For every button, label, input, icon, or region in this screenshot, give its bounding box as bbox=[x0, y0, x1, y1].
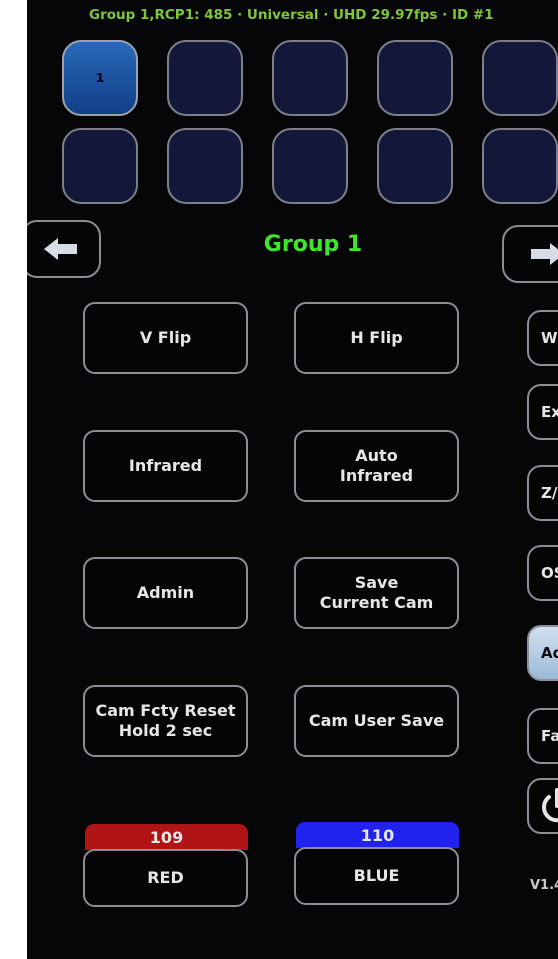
side-menu-adv[interactable]: Adv bbox=[527, 625, 558, 681]
group-title: Group 1 bbox=[263, 232, 363, 257]
rcp-screen: Group 1,RCP1: 485 · Universal · UHD 29.9… bbox=[27, 0, 558, 959]
power-button[interactable] bbox=[527, 778, 558, 834]
prev-group-button[interactable] bbox=[27, 220, 101, 278]
v-flip-button[interactable]: V Flip bbox=[83, 302, 248, 374]
blue-value-bar: 110 bbox=[296, 822, 459, 848]
auto-infrared-button[interactable]: Auto Infrared bbox=[294, 430, 459, 502]
save-current-cam-button[interactable]: Save Current Cam bbox=[294, 557, 459, 629]
camera-button-8[interactable] bbox=[272, 128, 348, 204]
camera-button-5[interactable] bbox=[482, 40, 558, 116]
next-group-button[interactable] bbox=[502, 225, 558, 283]
version-label: V1.4.7 bbox=[530, 878, 558, 893]
status-line: Group 1,RCP1: 485 · Universal · UHD 29.9… bbox=[89, 7, 494, 23]
side-menu-osd[interactable]: OSI bbox=[527, 545, 558, 601]
cam-factory-reset-button[interactable]: Cam Fcty Reset Hold 2 sec bbox=[83, 685, 248, 757]
side-menu-zf[interactable]: Z/F bbox=[527, 465, 558, 521]
camera-button-7[interactable] bbox=[167, 128, 243, 204]
red-button[interactable]: RED bbox=[83, 849, 248, 907]
camera-number: 1 bbox=[95, 71, 105, 85]
camera-button-1[interactable]: 1 bbox=[62, 40, 138, 116]
camera-button-9[interactable] bbox=[377, 128, 453, 204]
power-icon bbox=[542, 788, 558, 823]
arrow-left-icon bbox=[44, 238, 77, 260]
cam-user-save-button[interactable]: Cam User Save bbox=[294, 685, 459, 757]
admin-button[interactable]: Admin bbox=[83, 557, 248, 629]
infrared-button[interactable]: Infrared bbox=[83, 430, 248, 502]
arrow-right-icon bbox=[531, 243, 558, 265]
side-menu-wb[interactable]: WB bbox=[527, 310, 558, 366]
camera-button-3[interactable] bbox=[272, 40, 348, 116]
camera-button-4[interactable] bbox=[377, 40, 453, 116]
camera-button-2[interactable] bbox=[167, 40, 243, 116]
h-flip-button[interactable]: H Flip bbox=[294, 302, 459, 374]
side-menu-fav[interactable]: Fav bbox=[527, 708, 558, 764]
red-value-bar: 109 bbox=[85, 824, 248, 850]
side-menu-exp[interactable]: Exp bbox=[527, 384, 558, 440]
camera-button-10[interactable] bbox=[482, 128, 558, 204]
camera-button-6[interactable] bbox=[62, 128, 138, 204]
blue-button[interactable]: BLUE bbox=[294, 847, 459, 905]
